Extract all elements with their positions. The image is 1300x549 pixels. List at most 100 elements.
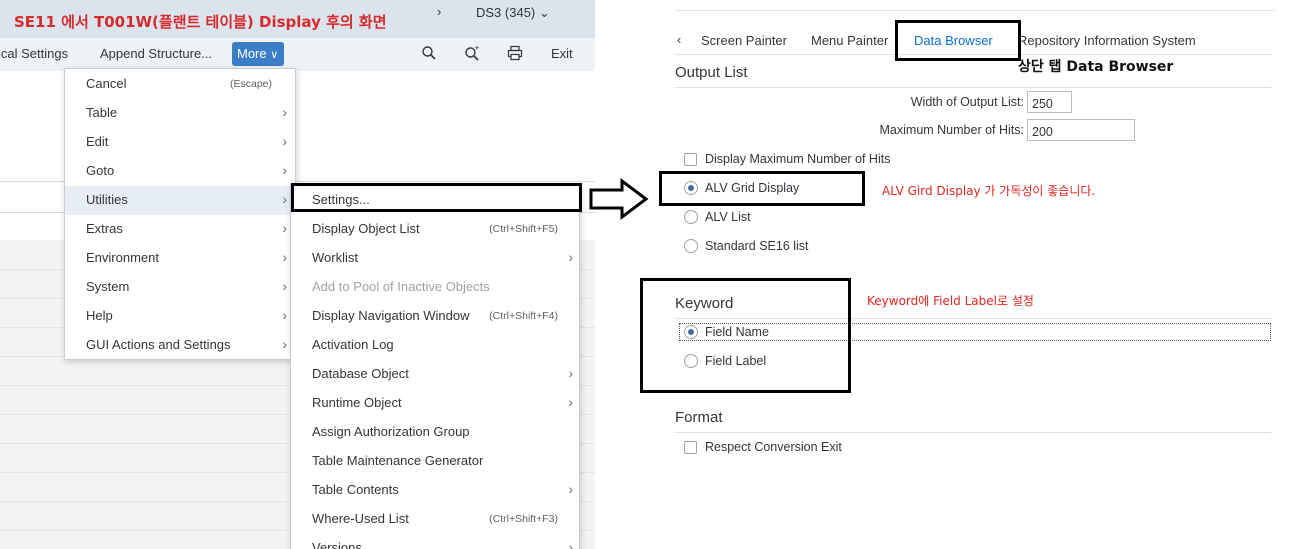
menu-item-label: Extras [86, 221, 123, 236]
menu-item-label: Activation Log [312, 337, 394, 352]
menu-item-shortcut: (Escape) [229, 78, 272, 90]
display-max-hits-checkbox[interactable] [684, 153, 697, 166]
menu-item-label: Help [86, 308, 113, 323]
menu-item-help[interactable]: Help › [65, 302, 295, 331]
chevron-right-icon: › [282, 307, 287, 323]
respect-conversion-exit-label: Respect Conversion Exit [705, 440, 842, 454]
menu-item-label: Display Object List [312, 221, 420, 236]
chevron-down-icon: ⌄ [538, 5, 550, 20]
chevron-right-icon[interactable]: › [437, 4, 441, 19]
maximum-number-of-hits-label: Maximum Number of Hits: [879, 123, 1024, 137]
search-next-icon[interactable]: + [463, 44, 481, 63]
utilities-submenu: Settings... Display Object List (Ctrl+Shif… [290, 184, 580, 549]
chevron-right-icon: › [282, 191, 287, 207]
menu-item-label: Add to Pool of Inactive Objects [312, 279, 490, 294]
menu-item-label: Edit [86, 134, 109, 149]
menu-item-goto[interactable]: Goto › [65, 157, 295, 186]
width-of-output-list-input[interactable] [1027, 91, 1072, 113]
more-label: More [237, 46, 267, 61]
annotation-box-data-browser-tab [895, 20, 1021, 61]
menu-item-extras[interactable]: Extras › [65, 215, 295, 244]
chevron-right-icon: › [282, 278, 287, 294]
chevron-right-icon: › [568, 394, 573, 410]
technical-settings-button[interactable]: ical Settings [0, 46, 68, 61]
menu-item-gui-actions-and-settings[interactable]: GUI Actions and Settings › [65, 331, 295, 360]
annotation-keyword-note: Keyword에 Field Label로 설정 [867, 294, 1034, 308]
chevron-right-icon: › [282, 133, 287, 149]
menu-item-label: Display Navigation Window [312, 308, 470, 323]
respect-conversion-exit-checkbox[interactable] [684, 441, 697, 454]
tab-screen-painter[interactable]: Screen Painter [701, 33, 787, 48]
chevron-right-icon: › [282, 104, 287, 120]
tab-back-chevron-icon[interactable]: ‹ [677, 32, 681, 47]
section-divider [675, 432, 1271, 433]
format-title: Format [675, 409, 723, 426]
chevron-right-icon: › [568, 249, 573, 265]
menu-item-runtime-object[interactable]: Runtime Object › [291, 389, 579, 418]
menu-item-table-maintenance-generator[interactable]: Table Maintenance Generator [291, 447, 579, 476]
menu-item-where-used-list[interactable]: Where-Used List (Ctrl+Shift+F3) [291, 505, 579, 534]
append-structure-button[interactable]: Append Structure... [100, 46, 212, 61]
standard-se16-list-label: Standard SE16 list [705, 239, 809, 253]
standard-se16-list-radio[interactable] [684, 239, 698, 253]
section-divider [675, 87, 1271, 88]
menu-item-environment[interactable]: Environment › [65, 244, 295, 273]
menu-item-label: Cancel [86, 76, 127, 91]
menu-item-label: Runtime Object [312, 395, 402, 410]
tab-repository-information-system[interactable]: Repository Information System [1018, 33, 1196, 48]
more-button[interactable]: More ∨ [232, 42, 284, 66]
menu-item-table[interactable]: Table › [65, 99, 295, 128]
menu-item-display-object-list[interactable]: Display Object List (Ctrl+Shift+F5) [291, 215, 579, 244]
menu-item-activation-log[interactable]: Activation Log [291, 331, 579, 360]
annotation-box-settings [291, 183, 582, 212]
print-icon[interactable] [506, 45, 524, 63]
menu-item-add-to-pool-of-inactive-objects: Add to Pool of Inactive Objects [291, 273, 579, 302]
svg-text:+: + [474, 45, 480, 52]
width-of-output-list-label: Width of Output List: [910, 95, 1024, 109]
menu-item-label: Environment [86, 250, 159, 265]
menu-item-label: Versions [312, 540, 362, 549]
menu-item-shortcut: (Ctrl+Shift+F5) [489, 223, 558, 235]
menu-item-cancel[interactable]: Cancel (Escape) [65, 70, 295, 99]
annotation-box-alv-grid [659, 171, 865, 206]
menu-item-table-contents[interactable]: Table Contents › [291, 476, 579, 505]
alv-list-label: ALV List [705, 210, 751, 224]
exit-button[interactable]: Exit [551, 46, 573, 61]
chevron-right-icon: › [568, 481, 573, 497]
display-max-hits-label: Display Maximum Number of Hits [705, 152, 891, 166]
menu-item-label: Database Object [312, 366, 409, 381]
output-list-title: Output List [675, 64, 748, 81]
annotation-top-tab-note: 상단 탭 Data Browser [1018, 59, 1174, 75]
menu-item-edit[interactable]: Edit › [65, 128, 295, 157]
tab-menu-painter[interactable]: Menu Painter [811, 33, 888, 48]
menu-item-database-object[interactable]: Database Object › [291, 360, 579, 389]
menu-item-worklist[interactable]: Worklist › [291, 244, 579, 273]
annotation-alv-note: ALV Gird Display 가 가독성이 좋습니다. [882, 184, 1096, 198]
chevron-right-icon: › [282, 336, 287, 352]
maximum-number-of-hits-input[interactable] [1027, 119, 1135, 141]
system-id-label: DS3 (345) [476, 5, 536, 20]
menu-item-system[interactable]: System › [65, 273, 295, 302]
chevron-right-icon: › [282, 249, 287, 265]
chevron-right-icon: › [568, 365, 573, 381]
menu-item-assign-authorization-group[interactable]: Assign Authorization Group [291, 418, 579, 447]
menu-item-display-navigation-window[interactable]: Display Navigation Window (Ctrl+Shift+F4) [291, 302, 579, 331]
menu-item-label: System [86, 279, 130, 294]
system-id-dropdown[interactable]: DS3 (345) ⌄ [476, 5, 550, 21]
chevron-right-icon: › [282, 220, 287, 236]
sap-gui-left-panel: SE11 에서 T001W(플랜트 테이블) Display 후의 화면 › D… [0, 0, 595, 549]
top-divider [675, 10, 1275, 11]
menu-item-label: Utilities [86, 192, 128, 207]
search-icon[interactable] [420, 45, 438, 63]
alv-list-radio[interactable] [684, 210, 698, 224]
more-dropdown-menu: Cancel (Escape) Table › Edit › Goto › Utilities ›… [64, 68, 296, 360]
menu-item-versions[interactable]: Versions › [291, 534, 579, 549]
menu-item-utilities[interactable]: Utilities › [65, 186, 295, 215]
menu-item-label: Assign Authorization Group [312, 424, 470, 439]
menu-item-label: Table Maintenance Generator [312, 453, 484, 468]
menu-item-label: Where-Used List [312, 511, 409, 526]
menu-item-shortcut: (Ctrl+Shift+F3) [489, 513, 558, 525]
annotation-box-keyword [640, 278, 851, 393]
screen-caption: SE11 에서 T001W(플랜트 테이블) Display 후의 화면 [14, 13, 387, 31]
menu-item-label: Goto [86, 163, 115, 178]
